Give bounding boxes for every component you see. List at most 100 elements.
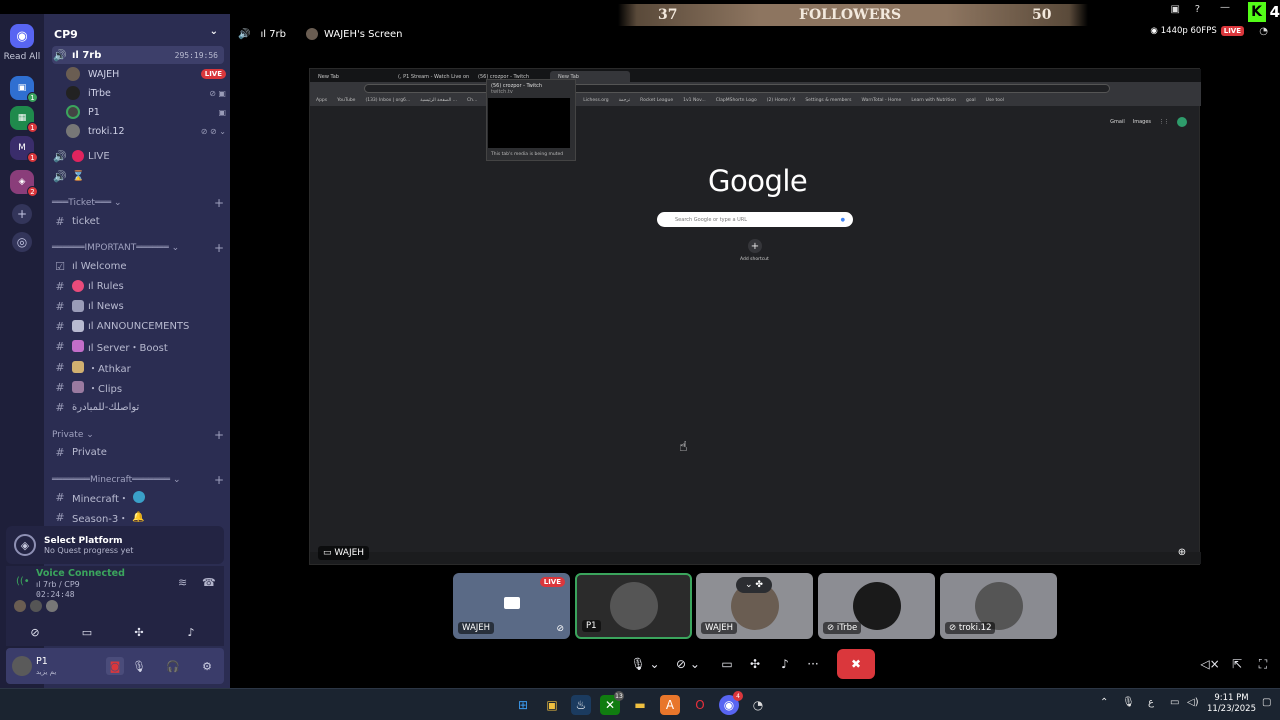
zoom-icon[interactable]: ⊕ [1173,544,1191,560]
server-icon-3[interactable]: M1 [10,136,38,163]
screen-share-button[interactable]: ▭ [718,650,736,678]
mute-stream-icon[interactable]: ⊘ [556,624,564,634]
avatar[interactable] [12,656,32,676]
obs-icon[interactable]: ◔ [748,695,768,715]
channel-hourglass[interactable]: 🔊 ⌛ [52,167,224,185]
channel-private[interactable]: # Private [52,443,224,461]
add-channel-icon[interactable]: + [214,241,224,255]
add-shortcut-icon[interactable]: + [748,239,762,253]
read-all-button[interactable]: Read All [2,52,42,62]
participant-tile-wajeh[interactable]: ⌄ ✤ WAJEH [696,573,813,639]
camera-off-icon[interactable]: ⊘ [16,622,54,642]
bookmark-item[interactable]: Ch... [467,98,477,103]
discord-logo-icon[interactable]: ◉ [10,24,34,48]
profile-icon[interactable] [1177,117,1187,127]
channel-live[interactable]: 🔊 LIVE [52,147,224,165]
bookmark-item[interactable]: WarnTotal - Home [862,98,902,103]
settings-gear-icon[interactable]: ⚙ [198,657,216,675]
xbox-icon[interactable]: ✕ 13 [600,691,624,715]
voice-channel-7rb[interactable]: 🔊 ıl 7rb 295:19:56 [52,46,224,64]
tray-mic-icon[interactable]: 🎙 [1122,697,1135,708]
channel-athkar[interactable]: # ・Athkar [52,358,224,376]
activities-button[interactable]: ✣ [746,650,764,678]
bookmark-item[interactable]: ترجمة [619,98,631,103]
input-language[interactable]: ع [1148,697,1154,708]
member-troki[interactable]: troki.12 ⊘ ⊘ ⌄ [66,122,226,140]
screen-share-icon[interactable]: ▭ [68,622,106,642]
bookmark-item[interactable]: (2) Home / X [767,98,796,103]
bookmark-item[interactable]: Use tool [986,98,1004,103]
participant-tile-troki[interactable]: ⊘ troki.12 [940,573,1057,639]
minimize-icon[interactable]: — [1220,2,1230,13]
leave-call-button[interactable]: ✖ [837,649,875,679]
more-icon[interactable]: ◔ [1259,26,1268,37]
participant-tile-p1[interactable]: P1 [575,573,692,639]
headphones-icon[interactable]: 🎧 [164,657,182,675]
channel-announcements[interactable]: # ıl ANNOUNCEMENTS [52,317,224,335]
bookmark-item[interactable]: Settings & members [805,98,851,103]
add-channel-icon[interactable]: + [214,428,224,442]
channel-ticket[interactable]: # ticket [52,212,224,230]
add-server-icon[interactable]: + [12,204,32,224]
store-icon[interactable]: ▣ [542,695,562,715]
category-private[interactable]: Private ⌄ + [52,428,224,442]
notification-icon[interactable]: ▢ [1262,697,1271,708]
channel-rules[interactable]: # ıl Rules [52,277,224,295]
signal-icon[interactable]: ((• [16,576,30,587]
volume-icon[interactable]: ◁) [1187,697,1199,708]
participant-tile-itrbe[interactable]: ⊘ iTrbe [818,573,935,639]
bookmark-item[interactable]: الصفحة الرئيسية ... [420,98,457,103]
bookmark-item[interactable]: Lichess.org [583,98,608,103]
participant-tile-wajeh-stream[interactable]: LIVE WAJEH ⊘ [453,573,570,639]
images-link[interactable]: Images [1133,119,1151,125]
mic-icon[interactable]: ● [841,217,845,223]
browser-tab[interactable]: (, P1 Stream - Watch Live on K [390,71,470,82]
inbox-icon[interactable]: ▣ [1171,4,1180,15]
discord-taskbar-icon[interactable]: ◉ 4 [719,691,743,715]
gmail-link[interactable]: Gmail [1110,119,1125,125]
category-ticket[interactable]: ═══Ticket═══ ⌄ + [52,196,224,210]
member-p1[interactable]: P1 ▣ [66,103,226,121]
steam-icon[interactable]: ♨ [571,695,591,715]
microphone-button[interactable]: 🎙 ⌄ [627,650,663,678]
channel-welcome[interactable]: ☑ ıl Welcome [52,257,224,275]
add-channel-icon[interactable]: + [214,473,224,487]
member-itrbe[interactable]: iTrbe ⊘ ▣ [66,84,226,102]
bookmark-item[interactable]: 1v1 Nov... [683,98,706,103]
server-header[interactable]: CP9 ⌄ [44,24,230,44]
tray-chevron-icon[interactable]: ⌃ [1100,697,1108,708]
noise-suppression-icon[interactable]: ≋ [178,576,187,589]
help-icon[interactable]: ? [1195,4,1200,15]
server-icon-2[interactable]: ▦ 1 [10,106,38,133]
channel-initiative[interactable]: # تواصلك-للمبادرة [52,398,224,416]
shared-screen[interactable]: New Tab (, P1 Stream - Watch Live on K (… [309,68,1201,565]
account-name[interactable]: P1 [36,656,48,667]
address-bar[interactable] [364,84,1110,93]
bookmark-item[interactable]: Rocket League [640,98,673,103]
browser-tab[interactable]: New Tab [310,71,390,82]
google-search-input[interactable]: Search Google or type a URL ● [657,212,853,227]
bookmark-item[interactable]: Apps [316,98,327,103]
fullscreen-button[interactable]: ⛶ [1254,650,1272,678]
video-off-icon[interactable]: ◙ [106,657,124,675]
bookmark-item[interactable]: goal [966,98,976,103]
voice-location[interactable]: ıl 7rb / CP9 [36,580,80,589]
bookmark-item[interactable]: Learn with Nutrition [911,98,956,103]
channel-news[interactable]: # ıl News [52,297,224,315]
channel-clips[interactable]: # ・Clips [52,378,224,396]
bookmark-item[interactable]: ClapMShortn Logo [716,98,757,103]
member-wajeh[interactable]: WAJEH LIVE [66,65,226,83]
channel-minecraft[interactable]: # Minecraft・ [52,488,224,506]
file-explorer-icon[interactable]: ▬ [630,695,650,715]
category-important[interactable]: ══════IMPORTANT══════ ⌄ + [52,241,224,255]
category-minecraft[interactable]: ═══════Minecraft═══════ ⌄ + [52,473,224,487]
apps-grid-icon[interactable]: ⋮⋮ [1159,119,1169,125]
tile-options-icon[interactable]: ⌄ ✤ [736,577,772,593]
windows-start-icon[interactable]: ⊞ [513,695,533,715]
activities-icon[interactable]: ✣ [120,622,158,642]
network-icon[interactable]: ▭ [1170,697,1179,708]
taskbar-clock[interactable]: 9:11 PM 11/23/2025 [1207,693,1256,715]
soundboard-button[interactable]: ♪ [776,650,794,678]
discover-icon[interactable]: ◎ [12,232,32,252]
bookmark-item[interactable]: YouTube [337,98,355,103]
